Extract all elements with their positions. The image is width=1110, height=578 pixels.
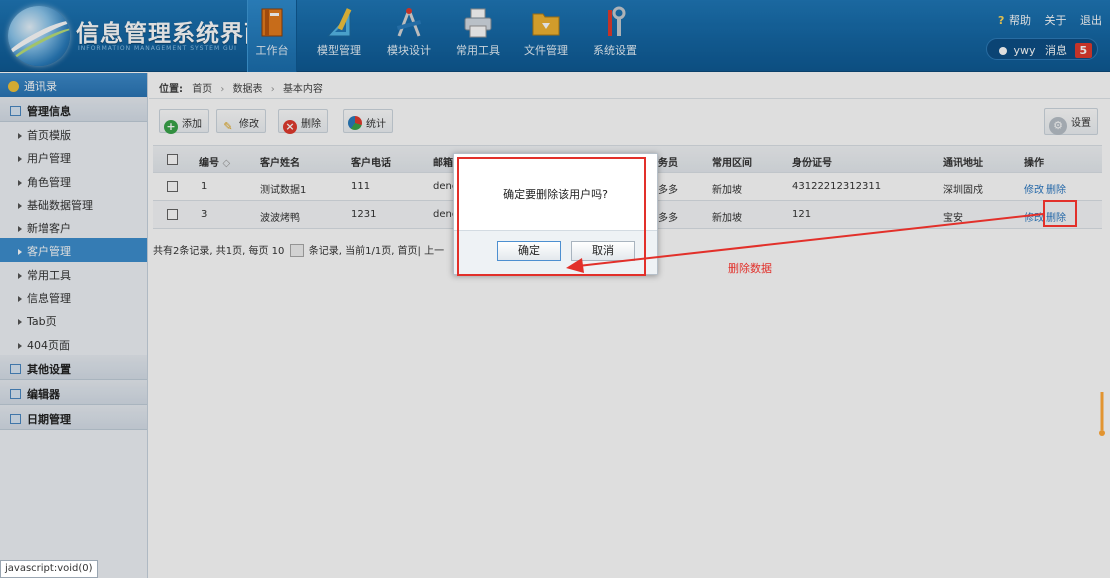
scroll-indicator-icon: [1099, 392, 1105, 436]
annotation-label: 删除数据: [728, 262, 772, 275]
modal-overlay: [0, 0, 1110, 578]
annotation-dialog-highlight: [457, 157, 646, 276]
annotation-delete-highlight: [1043, 200, 1077, 227]
status-bar: javascript:void(0): [0, 560, 98, 578]
